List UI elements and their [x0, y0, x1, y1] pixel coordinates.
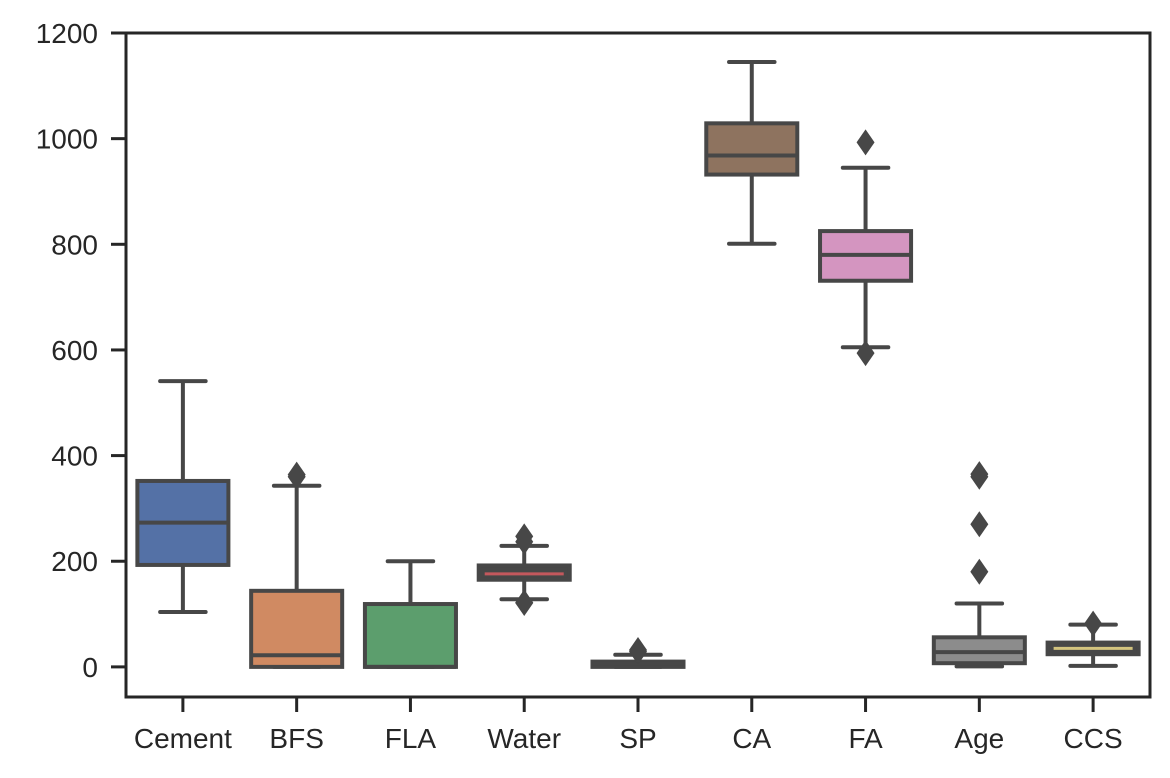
x-tick-label: FLA — [385, 723, 437, 754]
y-tick-label: 400 — [51, 441, 98, 472]
outlier-point — [856, 340, 875, 367]
outlier-point — [970, 511, 989, 538]
x-tick-label: FA — [848, 723, 883, 754]
box-ccs — [1045, 610, 1141, 668]
plot-area — [135, 60, 1141, 669]
box-water — [476, 523, 572, 616]
y-tick-label: 800 — [51, 229, 98, 260]
outlier-point — [629, 636, 647, 663]
x-tick-label: Age — [954, 723, 1004, 754]
y-tick-label: 200 — [51, 546, 98, 577]
box-sp — [590, 636, 686, 669]
y-tick-label: 600 — [51, 335, 98, 366]
outlier-point — [515, 589, 534, 616]
x-tick-label: CCS — [1064, 723, 1123, 754]
x-tick-label: BFS — [269, 723, 323, 754]
x-tick-label: Water — [487, 723, 561, 754]
outlier-point — [970, 461, 989, 488]
outlier-point — [1084, 610, 1103, 637]
box-fla — [362, 559, 458, 669]
box-iqr — [362, 602, 458, 669]
box-iqr — [704, 121, 800, 177]
outlier-point — [970, 558, 989, 585]
y-tick-label: 0 — [82, 652, 98, 683]
y-tick-label: 1000 — [36, 124, 98, 155]
box-cement — [135, 379, 231, 614]
box-bfs — [249, 461, 345, 669]
x-axis: Cement BFS FLA Water SP CA FA Age CCS — [134, 697, 1123, 754]
outlier-point — [856, 129, 875, 156]
x-tick-label: CA — [732, 723, 771, 754]
box-age — [931, 461, 1027, 669]
box-ca — [704, 60, 800, 246]
x-tick-label: SP — [619, 723, 656, 754]
box-fa — [818, 129, 914, 367]
y-tick-label: 1200 — [36, 18, 98, 49]
y-axis: 0 200 400 600 800 1000 1200 — [36, 18, 126, 683]
box-plot-chart: 0 200 400 600 800 1000 1200 Cement BFS FLA Water S… — [36, 18, 1152, 754]
x-tick-label: Cement — [134, 723, 232, 754]
